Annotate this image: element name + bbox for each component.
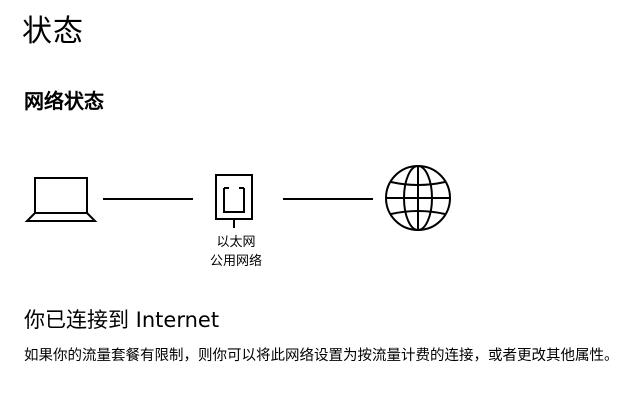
globe-icon bbox=[385, 165, 451, 231]
page-title: 状态 bbox=[22, 14, 84, 49]
adapter-profile: 公用网络 bbox=[209, 254, 262, 269]
ethernet-icon bbox=[215, 174, 253, 228]
laptop-icon bbox=[24, 177, 98, 222]
connection-status-heading: 你已连接到 Internet bbox=[24, 308, 220, 332]
connection-status-description: 如果你的流量套餐有限制，则你可以将此网络设置为按流量计费的连接，或者更改其他属性… bbox=[24, 348, 619, 364]
adapter-name: 以太网 bbox=[216, 235, 256, 250]
adapter-label: 以太网 公用网络 bbox=[196, 233, 276, 271]
network-diagram-graphic bbox=[24, 165, 451, 231]
network-diagram bbox=[0, 160, 640, 290]
network-status-title: 网络状态 bbox=[24, 89, 104, 113]
